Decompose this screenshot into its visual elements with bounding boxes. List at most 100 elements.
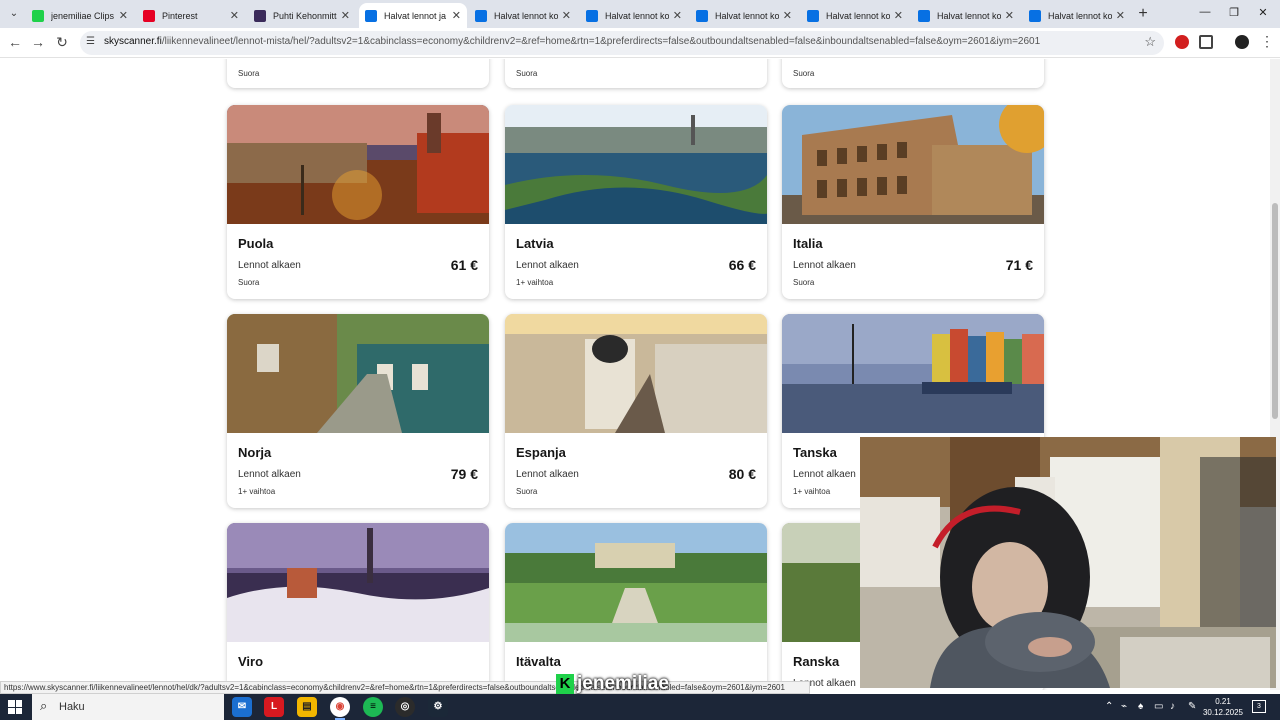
tab-strip: ⌄ jenemiliae Clips - ✕ Pinterest ✕ Puhti Keh… — [0, 0, 1280, 28]
destination-photo — [227, 314, 489, 433]
obs-app-icon[interactable]: ◎ — [395, 697, 415, 717]
browser-tab[interactable]: Halvat lennot koh ✕ — [690, 3, 798, 28]
file-explorer-icon[interactable]: ▤ — [297, 697, 317, 717]
maximize-button[interactable]: ❐ — [1226, 6, 1242, 19]
clock-date: 30.12.2025 — [1202, 708, 1244, 717]
destination-photo-svg — [227, 523, 489, 642]
destination-name: Viro — [238, 654, 264, 669]
destination-photo-svg — [505, 314, 767, 433]
taskbar-search-placeholder: Haku — [59, 701, 85, 713]
extensions-puzzle-icon[interactable] — [1199, 35, 1213, 49]
browser-tab[interactable]: Halvat lennot koh ✕ — [1023, 3, 1131, 28]
from-label: Lennot alkaen — [516, 260, 579, 271]
stops-label: Suora — [793, 69, 815, 78]
tab-close-icon[interactable]: ✕ — [452, 9, 461, 22]
browser-tab[interactable]: Halvat lennot koh ✕ — [469, 3, 577, 28]
url-host: skyscanner.fi — [104, 36, 162, 47]
search-icon: ⌕ — [40, 698, 48, 713]
destination-photo — [227, 105, 489, 224]
webcam-video-frame — [860, 437, 1276, 688]
browser-tab[interactable]: Halvat lennot ja le ✕ — [359, 3, 467, 28]
skyscanner-icon — [696, 9, 708, 22]
destination-card[interactable]: Espanja Lennot alkaen 80 € Suora — [505, 314, 767, 508]
destination-name: Ranska — [793, 654, 840, 669]
price-label: 66 € — [728, 257, 756, 273]
tab-close-icon[interactable]: ✕ — [230, 9, 239, 22]
volume-tray-icon[interactable]: ♪ — [1170, 701, 1175, 712]
battery-tray-icon[interactable]: ▭ — [1154, 701, 1163, 712]
stops-label: 1+ vaihtoa — [516, 278, 554, 287]
destination-card-partial[interactable]: Lennot alkaen58 €Suora — [782, 59, 1044, 88]
tab-search-chevron-icon[interactable]: ⌄ — [4, 4, 24, 24]
minimize-button[interactable]: — — [1197, 6, 1213, 18]
chrome-app-icon[interactable]: ◉ — [330, 697, 350, 720]
watermark-text: jenemiliae — [577, 673, 669, 694]
tab-close-icon[interactable]: ✕ — [562, 9, 571, 22]
price-label: 61 € — [450, 257, 478, 273]
destination-card[interactable]: Puola Lennot alkaen 61 € Suora — [227, 105, 489, 299]
destination-card-partial[interactable]: Lennot alkaen56 €Suora — [505, 59, 767, 88]
browser-tab[interactable]: Pinterest ✕ — [137, 3, 245, 28]
destination-card[interactable]: Itävalta — [505, 523, 767, 690]
destination-name: Italia — [793, 236, 823, 251]
browser-tab[interactable]: jenemiliae Clips - ✕ — [26, 3, 134, 28]
microphone-tray-icon[interactable]: ♠ — [1138, 701, 1143, 712]
destination-photo-svg — [227, 105, 489, 224]
destination-photo-svg — [505, 105, 767, 224]
network-tray-icon[interactable]: ⌁ — [1121, 701, 1127, 712]
browser-menu-icon[interactable]: ⋮ — [1258, 33, 1276, 50]
destination-card[interactable]: Italia Lennot alkaen 71 € Suora — [782, 105, 1044, 299]
notification-center-icon[interactable]: 3 — [1252, 700, 1266, 713]
tray-overflow-icon[interactable]: ⌃ — [1105, 701, 1113, 712]
address-bar[interactable]: ☰ skyscanner.fi/liikennevalineet/lennot-… — [80, 31, 1164, 55]
tab-close-icon[interactable]: ✕ — [894, 9, 903, 22]
profile-avatar[interactable] — [1235, 35, 1249, 49]
tab-title: Pinterest — [162, 10, 198, 21]
tab-close-icon[interactable]: ✕ — [1005, 9, 1014, 22]
destination-photo — [782, 105, 1044, 224]
url-path: /liikennevalineet/lennot-mista/hel/?adul… — [161, 36, 1041, 47]
from-label: Lennot alkaen — [793, 260, 856, 271]
skyscanner-icon — [918, 9, 930, 22]
kick-icon — [32, 9, 44, 22]
destination-card[interactable]: Viro — [227, 523, 489, 690]
tab-close-icon[interactable]: ✕ — [783, 9, 792, 22]
l-app-icon[interactable]: L — [264, 697, 284, 717]
browser-tab[interactable]: Halvat lennot koh ✕ — [580, 3, 688, 28]
from-label: Lennot alkaen — [516, 469, 579, 480]
close-window-button[interactable]: ✕ — [1255, 6, 1271, 19]
site-info-icon[interactable]: ☰ — [86, 36, 95, 47]
skyscanner-icon — [1029, 9, 1041, 22]
tab-title: jenemiliae Clips - — [51, 10, 115, 21]
windows-start-icon[interactable] — [8, 700, 22, 714]
tab-close-icon[interactable]: ✕ — [341, 9, 350, 22]
tab-close-icon[interactable]: ✕ — [1116, 9, 1125, 22]
url-text[interactable]: skyscanner.fi/liikennevalineet/lennot-mi… — [104, 36, 1134, 47]
destination-card[interactable]: Latvia Lennot alkaen 66 € 1+ vaihtoa — [505, 105, 767, 299]
scrollbar-thumb[interactable] — [1272, 203, 1278, 419]
spotify-app-icon[interactable]: ≡ — [363, 697, 383, 717]
tab-close-icon[interactable]: ✕ — [119, 9, 128, 22]
tab-close-icon[interactable]: ✕ — [673, 9, 682, 22]
extension-adblock-icon[interactable] — [1175, 35, 1189, 49]
tab-title: Halvat lennot koh — [494, 10, 558, 21]
browser-tab[interactable]: Puhti Kehonmitta ✕ — [248, 3, 356, 28]
forward-button[interactable]: → — [29, 34, 47, 50]
back-button[interactable]: ← — [6, 34, 24, 50]
destination-photo — [227, 523, 489, 642]
steam-app-icon[interactable]: ⚙ — [428, 697, 448, 717]
destination-card-partial[interactable]: Lennot alkaen74 €Suora — [227, 59, 489, 88]
outlook-app-icon[interactable]: ✉ — [232, 697, 252, 717]
new-tab-button[interactable]: + — [1135, 5, 1151, 23]
browser-tab[interactable]: Halvat lennot koh ✕ — [912, 3, 1020, 28]
browser-tab[interactable]: Halvat lennot koh ✕ — [801, 3, 909, 28]
reload-button[interactable]: ↻ — [53, 34, 71, 51]
destination-photo-svg — [782, 314, 1044, 433]
pen-tray-icon[interactable]: ✎ — [1188, 701, 1196, 712]
taskbar-search[interactable]: ⌕ Haku — [32, 694, 224, 720]
destination-card[interactable]: Norja Lennot alkaen 79 € 1+ vaihtoa — [227, 314, 489, 508]
stops-label: 1+ vaihtoa — [793, 487, 831, 496]
taskbar-clock[interactable]: 0.21 30.12.2025 — [1200, 696, 1246, 718]
bookmark-star-icon[interactable]: ☆ — [1144, 34, 1156, 50]
tab-title: Halvat lennot koh — [937, 10, 1001, 21]
